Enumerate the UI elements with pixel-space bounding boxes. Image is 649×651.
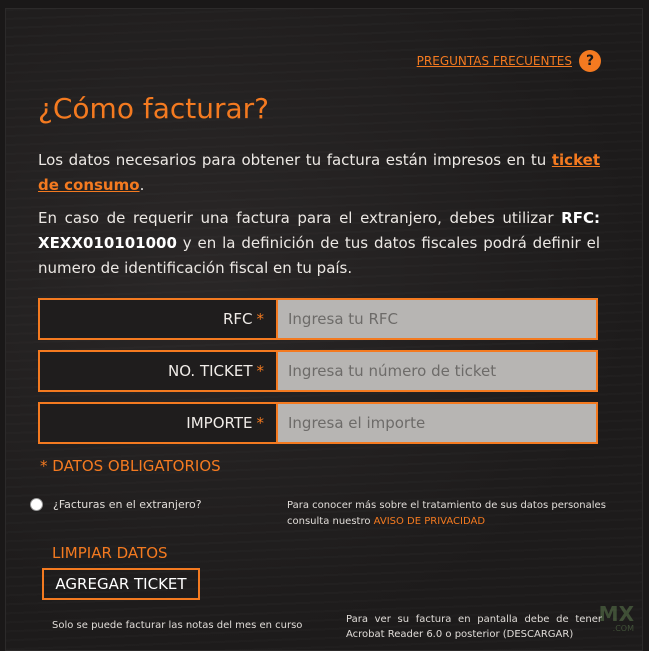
page-title: ¿Cómo facturar? [38,92,270,125]
foreign-invoice-radio[interactable] [30,498,43,511]
rfc-input[interactable] [276,300,596,338]
required-note-star: * [40,457,48,475]
privacy-notice: Para conocer más sobre el tratamiento de… [287,498,607,530]
add-ticket-button[interactable]: AGREGAR TICKET [42,568,200,600]
faq-link-group[interactable]: PREGUNTAS FRECUENTES ? [417,50,601,72]
ticket-label: NO. TICKET * [40,352,276,390]
ticket-label-text: NO. TICKET [168,362,253,380]
required-star: * [256,414,265,432]
rfc-label: RFC * [40,300,276,338]
month-note: Solo se puede facturar las notas del mes… [52,620,303,631]
intro-p1-end: . [139,176,145,194]
rfc-field: RFC * [38,298,598,340]
intro-paragraph-1: Los datos necesarios para obtener tu fac… [38,148,600,198]
faq-link[interactable]: PREGUNTAS FRECUENTES [417,54,572,68]
privacy-link[interactable]: AVISO DE PRIVACIDAD [374,516,485,527]
intro-paragraph-2: En caso de requerir una factura para el … [38,206,600,281]
required-note-text: DATOS OBLIGATORIOS [52,457,221,475]
watermark-suffix: .COM [612,624,634,633]
rfc-label-bold: RFC: [561,209,600,227]
rfc-label-text: RFC [222,310,253,328]
watermark-brand: MX [598,602,634,626]
foreign-invoice-option[interactable]: ¿Facturas en el extranjero? [30,498,202,511]
amount-field: IMPORTE * [38,402,598,444]
amount-label: IMPORTE * [40,404,276,442]
ticket-input[interactable] [276,352,596,390]
question-icon[interactable]: ? [579,50,601,72]
intro-p1-text: Los datos necesarios para obtener tu fac… [38,151,547,169]
ticket-field: NO. TICKET * [38,350,598,392]
intro-p2-start: En caso de requerir una factura para el … [38,209,554,227]
clear-data-button[interactable]: LIMPIAR DATOS [52,544,168,562]
amount-input[interactable] [276,404,596,442]
rfc-foreign-value: XEXX010101000 [38,234,177,252]
required-star: * [256,310,265,328]
amount-label-text: IMPORTE [186,414,253,432]
acrobat-notice: Para ver su factura en pantalla debe de … [346,614,602,640]
required-star: * [256,362,265,380]
required-note: * DATOS OBLIGATORIOS [40,457,221,475]
foreign-invoice-label: ¿Facturas en el extranjero? [53,498,202,511]
